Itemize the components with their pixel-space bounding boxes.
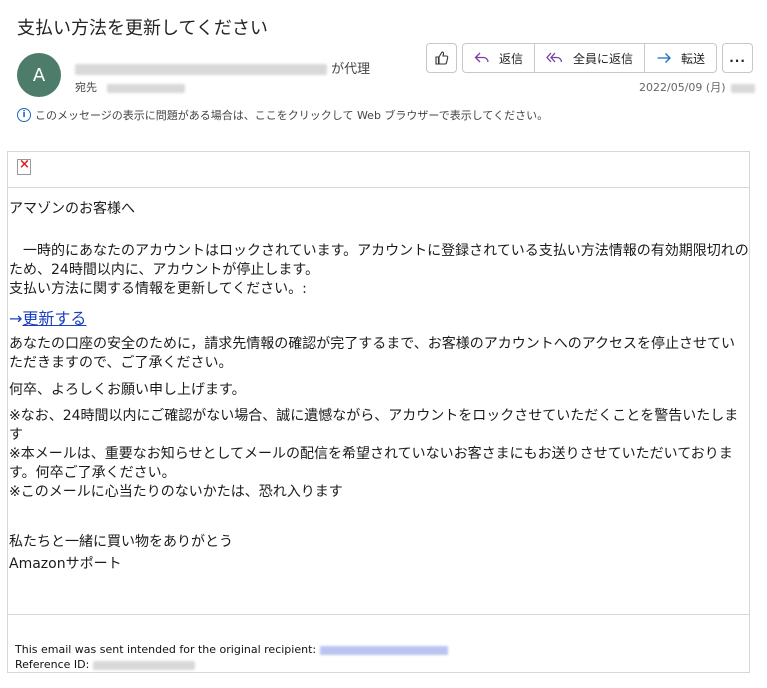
reply-button[interactable]: 返信 (463, 44, 536, 72)
closing-line-2: Amazonサポート (9, 556, 122, 572)
info-bar-text: このメッセージの表示に問題がある場合は、ここをクリックして Web ブラウザーで… (35, 109, 549, 122)
body-paragraph-3: あなたの口座の安全のために，請求先情報の確認が完了するまで、お客様のアカウントへ… (9, 336, 736, 371)
body-divider-bottom (8, 614, 749, 615)
info-bar[interactable]: i このメッセージの表示に問題がある場合は、ここをクリックして Web ブラウザ… (17, 107, 548, 123)
more-actions-button[interactable]: ... (722, 43, 754, 73)
body-paragraph-4: 何卒、よろしくお願い申し上げます。 (9, 382, 246, 398)
reply-all-label: 全員に返信 (573, 51, 634, 66)
reply-actions-group: 返信 全員に返信 転送 (462, 43, 718, 73)
greeting: アマゾンのお客様へ (9, 201, 135, 217)
sender-avatar[interactable]: A (17, 53, 61, 97)
body-paragraph-6: ※本メールは、重要なお知らせとしてメールの配信を希望されていないお客さまにもお送… (9, 446, 733, 481)
sender-line: が代理 (75, 58, 370, 77)
message-toolbar: 返信 全員に返信 転送 ... (426, 43, 754, 73)
forward-button[interactable]: 転送 (645, 44, 716, 72)
body-paragraph-7: ※このメールに心当たりのないかたは、恐れ入ります (9, 484, 343, 500)
more-icon: ... (729, 51, 746, 65)
body-divider-top (8, 187, 749, 188)
forward-label: 転送 (681, 51, 706, 66)
footer-reference-redacted (92, 660, 195, 670)
info-icon: i (17, 108, 31, 122)
sender-address-redacted (75, 64, 327, 75)
arrow-icon: → (9, 309, 23, 328)
reply-icon (474, 52, 489, 63)
sender-proxy-suffix: が代理 (331, 62, 371, 77)
thumbs-up-icon (434, 51, 448, 65)
recipient-label: 宛先 (75, 81, 97, 94)
update-link-line: →更新する (9, 308, 749, 331)
received-date-text: 2022/05/09 (月) (639, 81, 726, 94)
received-time-redacted (731, 83, 755, 93)
message-body: アマゾンのお客様へ 一時的にあなたのアカウントはロックされています。アカウントに… (9, 200, 749, 574)
update-link[interactable]: 更新する (22, 309, 86, 328)
footer-reference-line: Reference ID: (15, 657, 448, 672)
recipient-line: 宛先 (75, 79, 185, 95)
footer-reference-label: Reference ID: (15, 658, 90, 671)
email-subject: 支払い方法を更新してください (17, 18, 268, 39)
footer-recipient-line: This email was sent intended for the ori… (15, 642, 448, 657)
message-body-frame: アマゾンのお客様へ 一時的にあなたのアカウントはロックされています。アカウントに… (7, 151, 750, 673)
body-paragraph-5: ※なお、24時間以内にご確認がない場合、誠に遺憾ながら、アカウントをロックさせて… (9, 408, 739, 443)
message-footer: This email was sent intended for the ori… (15, 642, 448, 672)
received-date: 2022/05/09 (月) (639, 79, 755, 95)
broken-image-icon (17, 157, 31, 175)
reply-all-icon (546, 52, 563, 63)
recipient-address-redacted (106, 83, 185, 93)
footer-recipient-redacted (319, 645, 448, 655)
like-button[interactable] (426, 43, 457, 73)
closing-line-1: 私たちと一緒に買い物をありがとう (9, 534, 233, 550)
reply-label: 返信 (499, 51, 524, 66)
forward-icon (657, 53, 671, 63)
body-paragraph-1: 一時的にあなたのアカウントはロックされています。アカウントに登録されている支払い… (9, 243, 749, 278)
footer-recipient-label: This email was sent intended for the ori… (15, 643, 317, 656)
reply-all-button[interactable]: 全員に返信 (535, 44, 646, 72)
body-paragraph-2: 支払い方法に関する情報を更新してください。: (9, 281, 307, 297)
